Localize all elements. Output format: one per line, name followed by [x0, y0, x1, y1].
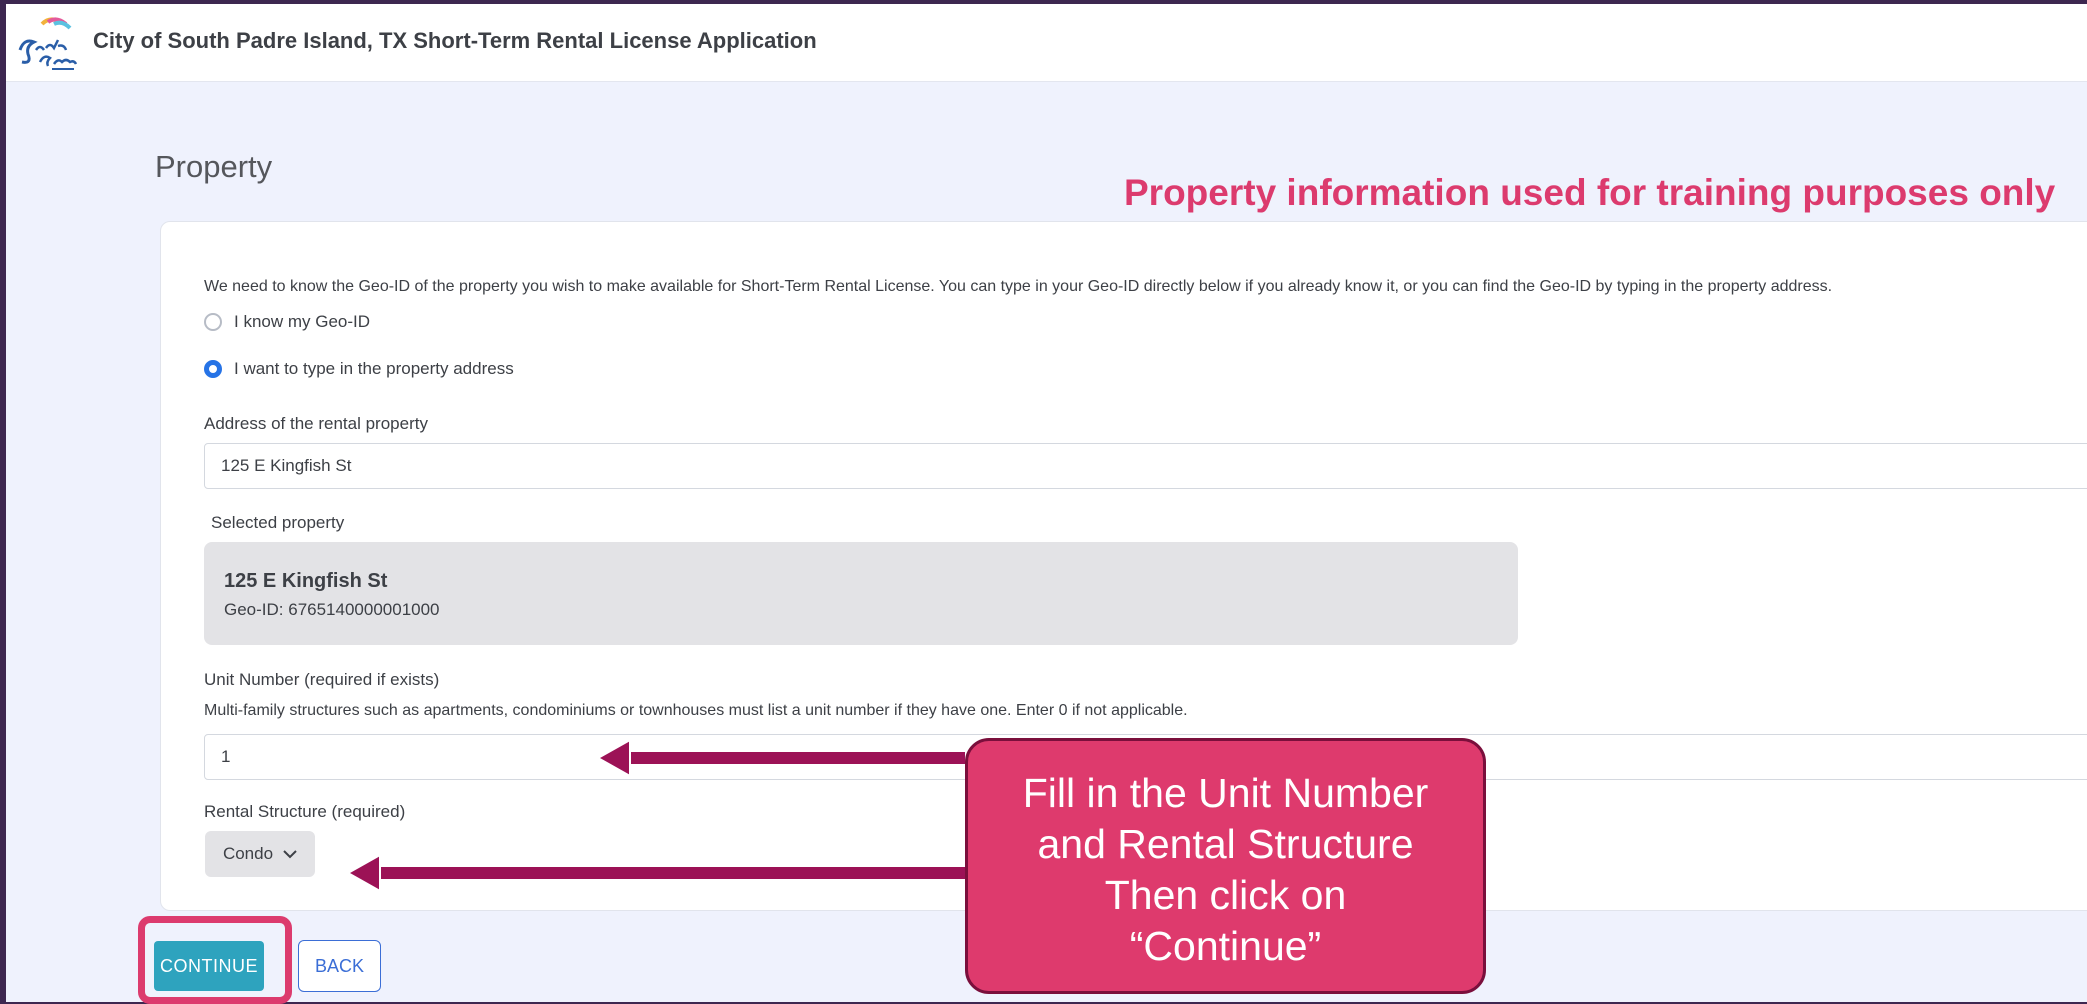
- selected-property-name: 125 E Kingfish St: [224, 570, 388, 592]
- callout-line: “Continue”: [1129, 923, 1322, 969]
- page-title: Property: [155, 149, 273, 184]
- rental-structure-label: Rental Structure (required): [204, 802, 406, 821]
- unit-number-label: Unit Number (required if exists): [204, 670, 440, 689]
- south-padre-island-logo: [18, 17, 78, 70]
- continue-button[interactable]: CONTINUE: [154, 941, 264, 991]
- back-button[interactable]: BACK: [298, 940, 381, 992]
- radio-know-geo-id[interactable]: I know my Geo-ID: [204, 312, 370, 332]
- radio-button-unchecked[interactable]: [204, 313, 222, 331]
- rental-structure-select[interactable]: Condo: [205, 831, 315, 877]
- selected-property-label: Selected property: [211, 513, 345, 532]
- radio-type-address[interactable]: I want to type in the property address: [204, 359, 514, 379]
- radio-button-checked[interactable]: [204, 360, 222, 378]
- app-title: City of South Padre Island, TX Short-Ter…: [93, 28, 817, 53]
- instruction-callout: Fill in the Unit Number and Rental Struc…: [965, 738, 1486, 994]
- callout-line: Fill in the Unit Number: [1022, 770, 1429, 816]
- address-input[interactable]: [204, 443, 2087, 489]
- selected-property-geo-id: Geo-ID: 6765140000001000: [224, 600, 440, 619]
- radio-label: I want to type in the property address: [234, 359, 514, 378]
- address-label: Address of the rental property: [204, 414, 428, 433]
- chevron-down-icon: [283, 849, 297, 858]
- radio-label: I know my Geo-ID: [234, 312, 371, 331]
- callout-line: Then click on: [1104, 872, 1347, 918]
- unit-number-help: Multi-family structures such as apartmen…: [204, 702, 1188, 719]
- training-note: Property information used for training p…: [1124, 172, 2056, 213]
- top-bar: City of South Padre Island, TX Short-Ter…: [6, 4, 2087, 82]
- callout-line: and Rental Structure: [1037, 821, 1414, 867]
- selected-property-box: 125 E Kingfish St Geo-ID: 67651400000010…: [204, 542, 1518, 645]
- rental-structure-value: Condo: [222, 844, 274, 863]
- form-intro-text: We need to know the Geo-ID of the proper…: [204, 278, 1833, 295]
